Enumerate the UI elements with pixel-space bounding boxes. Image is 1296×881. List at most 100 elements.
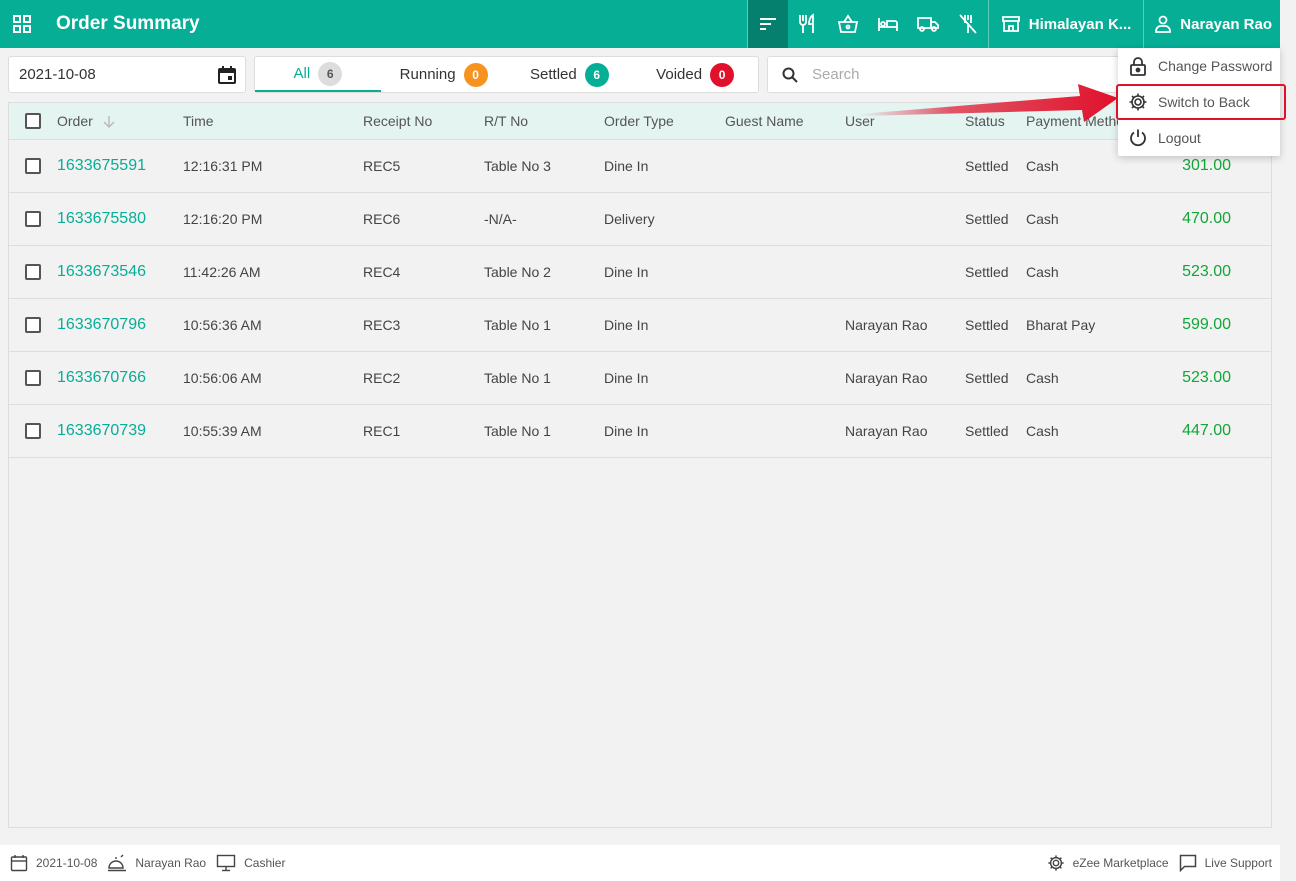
column-header-rt[interactable]: R/T No — [484, 113, 604, 129]
row-checkbox[interactable] — [25, 370, 41, 386]
column-label: Order — [57, 112, 93, 129]
table-row[interactable]: 1633675591 12:16:31 PM REC5 Table No 3 Dine … — [9, 140, 1271, 193]
search-icon — [782, 67, 798, 83]
tab-label: Voided — [656, 66, 703, 83]
user-cell: Narayan Rao — [845, 317, 928, 333]
no-fork-icon — [959, 14, 977, 34]
logout-item[interactable]: Logout — [1118, 120, 1280, 156]
tab-all[interactable]: All 6 — [255, 57, 381, 92]
count-badge: 6 — [318, 61, 343, 86]
page-title: Order Summary — [56, 13, 200, 34]
order-type-cell: Delivery — [604, 211, 655, 227]
tab-label: Running — [399, 66, 456, 83]
gear-icon — [1047, 855, 1064, 871]
monitor-icon — [216, 854, 236, 872]
gear-icon — [1129, 93, 1147, 111]
receipt-cell: REC2 — [363, 370, 401, 386]
row-checkbox[interactable] — [25, 211, 41, 227]
status-cell: Settled — [965, 211, 1009, 227]
amount-cell: 599.00 — [1182, 316, 1231, 333]
table-body: 1633675591 12:16:31 PM REC5 Table No 3 Dine … — [9, 140, 1271, 458]
takeaway-button[interactable] — [828, 0, 868, 48]
change-password-item[interactable]: Change Password — [1118, 48, 1280, 84]
order-number-link[interactable]: 1633670766 — [57, 369, 183, 387]
receipt-cell: REC3 — [363, 317, 401, 333]
power-icon — [1130, 129, 1146, 147]
payment-method-cell: Cash — [1026, 158, 1059, 174]
table-row[interactable]: 1633670766 10:56:06 AM REC2 Table No 1 Dine … — [9, 352, 1271, 405]
row-checkbox[interactable] — [25, 264, 41, 280]
column-header-time[interactable]: Time — [183, 113, 363, 129]
tab-label: Settled — [530, 66, 577, 83]
footer-role: Cashier — [216, 854, 285, 872]
order-number-link[interactable]: 1633673546 — [57, 263, 183, 281]
status-cell: Settled — [965, 317, 1009, 333]
table-number-cell: -N/A- — [484, 211, 517, 227]
chat-icon — [1179, 854, 1196, 872]
live-support-link[interactable]: Live Support — [1179, 854, 1272, 872]
user-menu[interactable]: Narayan Rao — [1144, 0, 1280, 48]
payment-method-cell: Cash — [1026, 423, 1059, 439]
payment-method-cell: Bharat Pay — [1026, 317, 1096, 333]
order-summary-button[interactable] — [747, 0, 788, 48]
status-tabs: All 6 Running 0 Settled 6 Voided 0 — [254, 56, 759, 93]
time-cell: 10:55:39 AM — [183, 423, 262, 439]
table-row[interactable]: 1633673546 11:42:26 AM REC4 Table No 2 Dine … — [9, 246, 1271, 299]
count-badge: 0 — [710, 62, 735, 87]
row-select-cell — [9, 423, 57, 439]
footer-date-value: 2021-10-08 — [36, 856, 98, 870]
column-header-guest[interactable]: Guest Name — [725, 113, 845, 129]
column-header-order[interactable]: Order — [57, 113, 183, 129]
order-number-link[interactable]: 1633670739 — [57, 422, 183, 440]
delivery-button[interactable] — [908, 0, 948, 48]
tab-settled[interactable]: Settled 6 — [507, 57, 633, 92]
row-checkbox[interactable] — [25, 423, 41, 439]
date-picker[interactable]: 2021-10-08 — [8, 56, 246, 93]
no-charge-button[interactable] — [948, 0, 988, 48]
orders-table: Order Time Receipt No R/T No Order Type … — [8, 102, 1272, 828]
footer-user-name: Narayan Rao — [135, 856, 207, 870]
status-cell: Settled — [965, 370, 1009, 386]
calendar-icon[interactable] — [217, 65, 237, 85]
user-name: Narayan Rao — [1180, 15, 1272, 33]
table-row[interactable]: 1633670739 10:55:39 AM REC1 Table No 1 Dine … — [9, 405, 1271, 458]
apps-grid-button[interactable] — [0, 0, 44, 48]
live-support-label: Live Support — [1204, 856, 1272, 870]
time-cell: 10:56:36 AM — [183, 317, 262, 333]
outlet-selector[interactable]: Himalayan K... — [989, 0, 1144, 48]
order-type-cell: Dine In — [604, 317, 649, 333]
amount-cell: 447.00 — [1182, 422, 1231, 439]
order-type-cell: Dine In — [604, 158, 649, 174]
order-number-link[interactable]: 1633670796 — [57, 316, 183, 334]
room-service-button[interactable] — [868, 0, 908, 48]
receipt-cell: REC6 — [363, 211, 401, 227]
receipt-cell: REC4 — [363, 264, 401, 280]
marketplace-link[interactable]: eZee Marketplace — [1047, 854, 1169, 872]
search-input[interactable] — [812, 66, 1092, 83]
switch-to-back-item[interactable]: Switch to Back — [1116, 84, 1286, 120]
payment-method-cell: Cash — [1026, 211, 1059, 227]
table-row[interactable]: 1633670796 10:56:36 AM REC3 Table No 1 Dine … — [9, 299, 1271, 352]
row-checkbox[interactable] — [25, 317, 41, 333]
select-all-checkbox[interactable] — [25, 113, 41, 129]
bed-icon — [877, 18, 898, 31]
order-number-link[interactable]: 1633675591 — [57, 157, 183, 175]
menu-item-label: Switch to Back — [1158, 94, 1250, 110]
column-header-order-type[interactable]: Order Type — [604, 113, 725, 129]
truck-icon — [916, 17, 939, 32]
table-row[interactable]: 1633675580 12:16:20 PM REC6 -N/A- Delivery Se… — [9, 193, 1271, 246]
tab-running[interactable]: Running 0 — [381, 57, 507, 92]
order-number-link[interactable]: 1633675580 — [57, 210, 183, 228]
restaurant-icon — [798, 13, 814, 33]
marketplace-label: eZee Marketplace — [1072, 856, 1169, 870]
footer-date: 2021-10-08 — [10, 854, 97, 872]
user-icon — [1155, 15, 1172, 33]
row-checkbox[interactable] — [25, 158, 41, 174]
table-number-cell: Table No 2 — [484, 264, 551, 280]
tab-voided[interactable]: Voided 0 — [632, 57, 758, 92]
basket-icon — [837, 14, 858, 33]
user-cell: Narayan Rao — [845, 370, 928, 386]
time-cell: 12:16:31 PM — [183, 158, 263, 174]
column-header-receipt[interactable]: Receipt No — [363, 113, 484, 129]
dine-in-button[interactable] — [788, 0, 828, 48]
